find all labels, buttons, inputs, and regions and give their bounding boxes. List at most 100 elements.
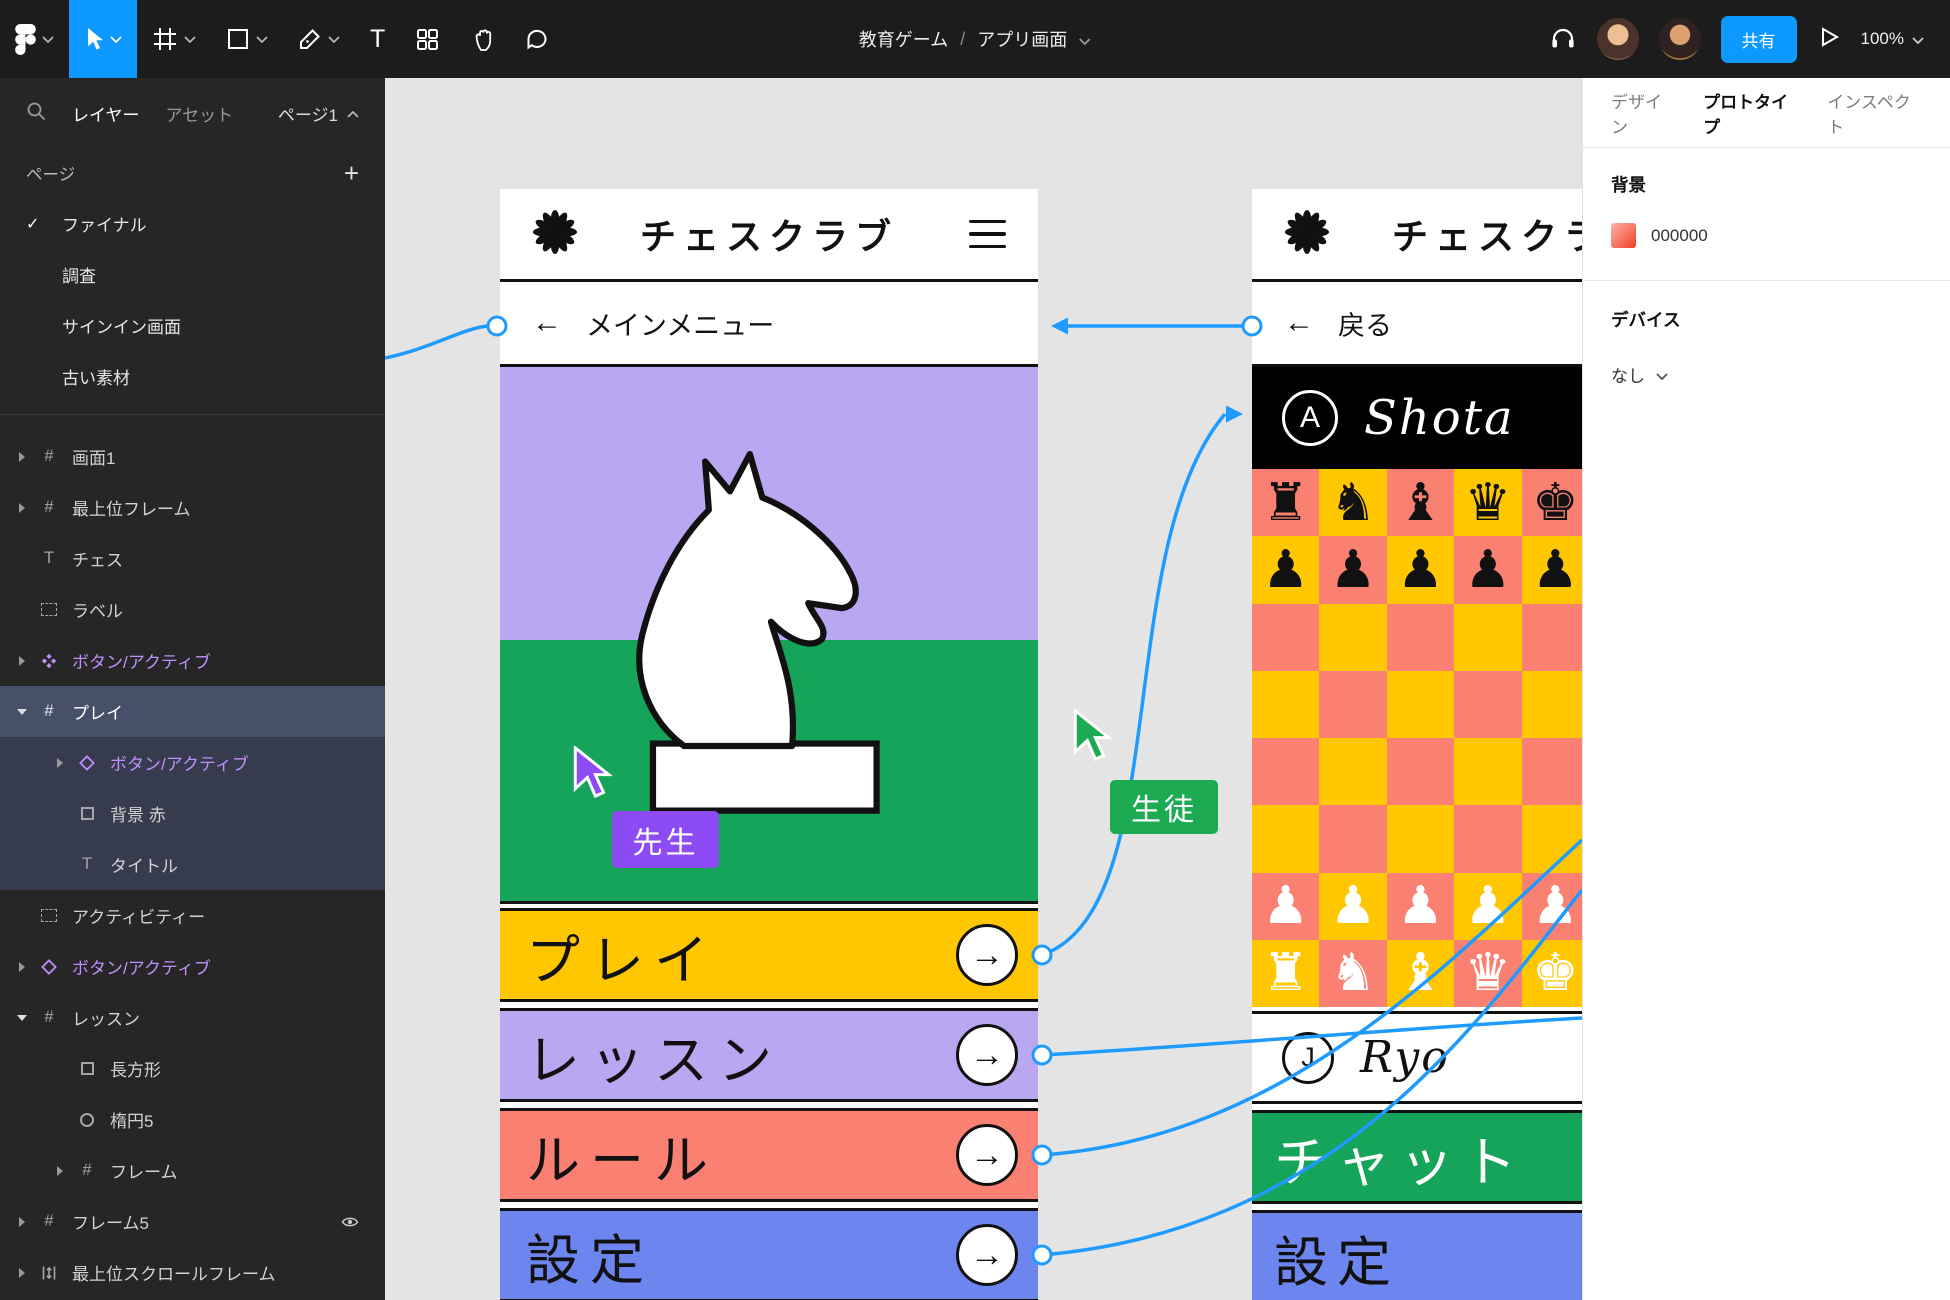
chevron-right-icon[interactable] <box>14 961 30 972</box>
board-square[interactable] <box>1252 738 1320 806</box>
zoom-control[interactable]: 100% <box>1861 29 1924 49</box>
board-square[interactable] <box>1521 805 1582 873</box>
hamburger-menu-icon[interactable] <box>969 219 1006 249</box>
game-menu-bar[interactable]: チャット <box>1252 1110 1582 1204</box>
chess-board[interactable]: ♜ ♞ ♝ ♛ ♚ ♟ ♟ ♟ ♟ ♟ ♟ ♟ ♟ ♟ ♟ ♜ ♞ ♝ ♛ ♚ <box>1252 469 1582 1007</box>
frame-tool-button[interactable] <box>137 0 211 78</box>
board-square[interactable]: ♜ <box>1252 469 1320 537</box>
board-square[interactable] <box>1521 670 1582 738</box>
board-square[interactable]: ♟ <box>1319 536 1387 604</box>
chevron-down-icon[interactable] <box>14 708 30 715</box>
menu-item-row[interactable]: レッスン → <box>500 1008 1038 1102</box>
color-swatch[interactable] <box>1611 223 1636 248</box>
board-square[interactable]: ♞ <box>1319 469 1387 537</box>
board-square[interactable] <box>1386 670 1455 738</box>
chevron-down-icon[interactable] <box>14 1014 30 1021</box>
chevron-right-icon[interactable] <box>14 451 30 462</box>
board-square[interactable]: ♜ <box>1252 939 1320 1007</box>
board-square[interactable] <box>1386 805 1455 873</box>
frame-game-screen[interactable]: チェスクラブ ← 戻る A Shota ♜♞♝♛♚♟♟♟♟♟♟♟♟♟♟♜♞♝♛♚… <box>1252 189 1582 1300</box>
comment-tool-button[interactable] <box>509 0 564 78</box>
board-square[interactable] <box>1252 805 1320 873</box>
menu-item-row[interactable]: 設定 → <box>500 1208 1038 1300</box>
layer-row[interactable]: # フレーム5 <box>0 1196 385 1247</box>
page-item[interactable]: 古い素材 <box>0 351 385 402</box>
board-square[interactable]: ♝ <box>1386 469 1455 537</box>
board-square[interactable] <box>1454 603 1522 671</box>
board-square[interactable] <box>1386 738 1455 806</box>
layer-row[interactable]: 最上位スクロールフレーム <box>0 1247 385 1298</box>
board-square[interactable]: ♟ <box>1521 536 1582 604</box>
chevron-right-icon[interactable] <box>14 502 30 513</box>
board-square[interactable] <box>1252 603 1320 671</box>
menu-back-nav[interactable]: ← メインメニュー <box>500 282 1038 367</box>
tab-layers[interactable]: レイヤー <box>72 101 140 126</box>
color-hex-value[interactable]: 000000 <box>1651 226 1708 246</box>
search-icon[interactable] <box>26 101 46 126</box>
text-tool-button[interactable]: T <box>355 0 400 78</box>
layer-row[interactable]: ボタン/アクティブ <box>0 737 385 788</box>
page-selector[interactable]: ページ1 <box>278 101 359 126</box>
move-tool-button[interactable] <box>69 0 137 78</box>
board-square[interactable] <box>1319 805 1387 873</box>
board-square[interactable] <box>1386 603 1455 671</box>
tab-design[interactable]: デザイン <box>1611 88 1675 138</box>
tab-inspect[interactable]: インスペクト <box>1827 88 1922 138</box>
page-item[interactable]: ✓ ファイナル <box>0 198 385 249</box>
board-square[interactable] <box>1454 805 1522 873</box>
game-back-nav[interactable]: ← 戻る <box>1252 282 1582 367</box>
board-square[interactable]: ♞ <box>1319 939 1387 1007</box>
layer-row[interactable]: # プレイ <box>0 686 385 737</box>
file-breadcrumb[interactable]: 教育ゲーム / アプリ画面 <box>859 0 1091 78</box>
board-square[interactable]: ♟ <box>1252 536 1320 604</box>
page-item[interactable]: サインイン画面 <box>0 300 385 351</box>
layer-row[interactable]: T タイトル <box>0 839 385 890</box>
collaborator-avatar-2[interactable] <box>1658 18 1701 60</box>
chevron-right-icon[interactable] <box>52 757 68 768</box>
board-square[interactable] <box>1521 603 1582 671</box>
layer-row[interactable]: ラベル <box>0 584 385 635</box>
design-canvas[interactable]: チェスクラブ ← メインメニュー プレイ → レッスン → ルール → 設定 → チェスクラブ… <box>385 78 1582 1300</box>
layer-row[interactable]: # レッスン <box>0 992 385 1043</box>
board-square[interactable]: ♟ <box>1454 536 1522 604</box>
board-square[interactable]: ♛ <box>1454 469 1522 537</box>
board-square[interactable]: ♟ <box>1252 872 1320 940</box>
menu-arrow-button[interactable]: → <box>956 924 1018 986</box>
hand-tool-button[interactable] <box>455 0 509 78</box>
page-item[interactable]: 調査 <box>0 249 385 300</box>
menu-item-row[interactable]: ルール → <box>500 1108 1038 1202</box>
layer-row[interactable]: ボタン/アクティブ <box>0 941 385 992</box>
game-menu-bar[interactable]: 設定 <box>1252 1210 1582 1300</box>
chevron-right-icon[interactable] <box>14 1216 30 1227</box>
collaborator-avatar-1[interactable] <box>1596 18 1639 60</box>
board-square[interactable]: ♟ <box>1521 872 1582 940</box>
menu-arrow-button[interactable]: → <box>956 1224 1018 1286</box>
board-square[interactable]: ♚ <box>1521 939 1582 1007</box>
device-dropdown[interactable]: なし <box>1611 362 1922 387</box>
resources-tool-button[interactable] <box>400 0 455 78</box>
add-page-button[interactable]: + <box>344 160 359 186</box>
layer-row[interactable]: # 画面1 <box>0 431 385 482</box>
board-square[interactable]: ♟ <box>1454 872 1522 940</box>
board-square[interactable] <box>1454 670 1522 738</box>
board-square[interactable]: ♟ <box>1386 536 1455 604</box>
menu-arrow-button[interactable]: → <box>956 1124 1018 1186</box>
chevron-right-icon[interactable] <box>14 1267 30 1278</box>
tab-prototype[interactable]: プロトタイプ <box>1703 88 1799 138</box>
board-square[interactable] <box>1319 603 1387 671</box>
board-square[interactable]: ♝ <box>1386 939 1455 1007</box>
board-square[interactable] <box>1521 738 1582 806</box>
layer-row[interactable]: 長方形 <box>0 1043 385 1094</box>
layer-row[interactable]: T チェス <box>0 533 385 584</box>
shape-tool-button[interactable] <box>211 0 283 78</box>
present-play-icon[interactable] <box>1817 24 1841 55</box>
board-square[interactable] <box>1319 738 1387 806</box>
share-button[interactable]: 共有 <box>1720 15 1797 63</box>
board-square[interactable] <box>1252 670 1320 738</box>
main-menu-button[interactable] <box>0 0 69 78</box>
frame-main-menu[interactable]: チェスクラブ ← メインメニュー プレイ → レッスン → ルール → 設定 → <box>500 189 1038 1300</box>
board-square[interactable]: ♚ <box>1521 469 1582 537</box>
layer-row[interactable]: ボタン/アクティブ <box>0 635 385 686</box>
board-square[interactable] <box>1319 670 1387 738</box>
audio-headphones-icon[interactable] <box>1549 24 1577 55</box>
